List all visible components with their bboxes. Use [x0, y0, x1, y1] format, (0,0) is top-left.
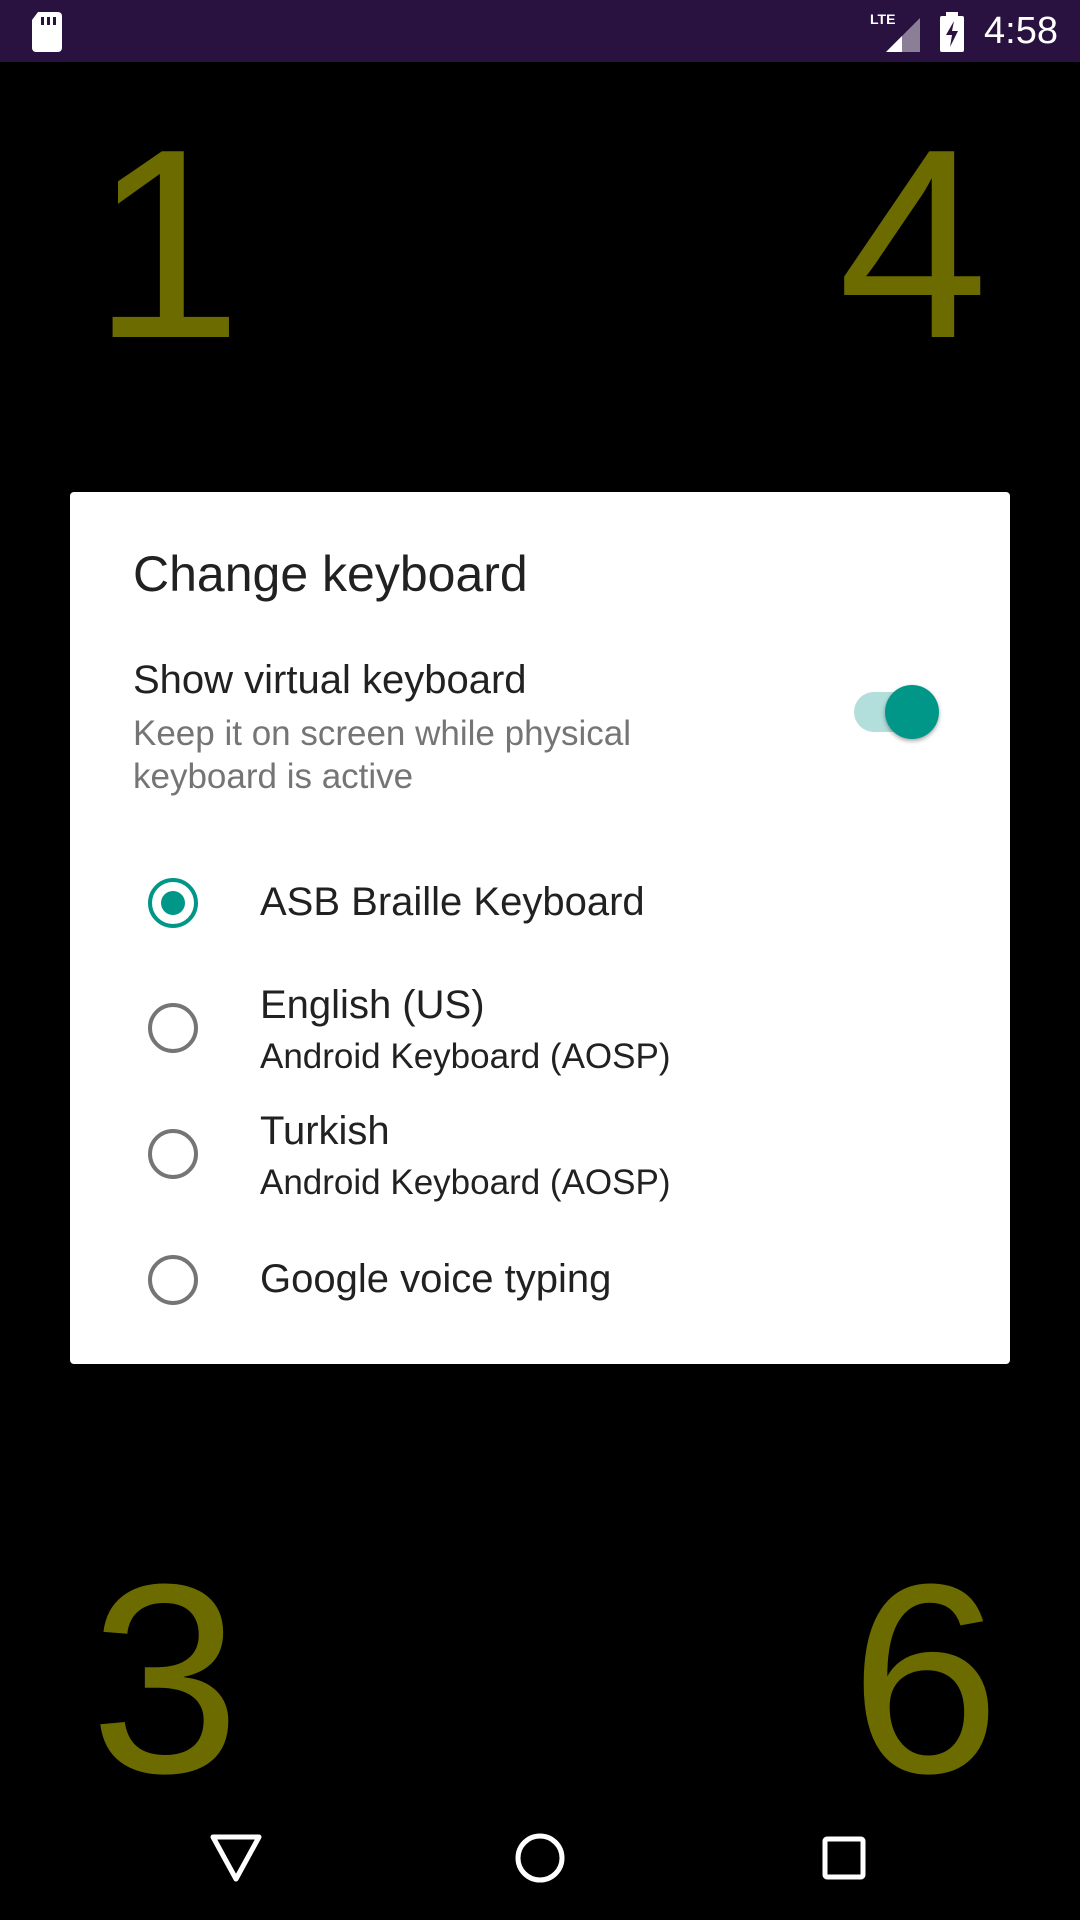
screen: LTE 4:58 1 4 3 6 Change keyboard Show vi… — [0, 0, 1080, 1920]
braille-dot-6-label: 6 — [850, 1529, 1001, 1830]
keyboard-option-sublabel: Android Keyboard (AOSP) — [260, 1163, 671, 1202]
show-virtual-keyboard-label: Show virtual keyboard — [133, 658, 527, 702]
dialog-title: Change keyboard — [133, 546, 528, 602]
braille-dot-1-label: 1 — [92, 94, 243, 395]
keyboard-option-asb-braille[interactable]: ASB Braille Keyboard — [70, 860, 1010, 950]
keyboard-option-label: Google voice typing — [260, 1257, 612, 1301]
braille-dot-3-label: 3 — [90, 1529, 241, 1830]
radio-unselected-icon[interactable] — [148, 1255, 198, 1305]
keyboard-option-sublabel: Android Keyboard (AOSP) — [260, 1037, 671, 1076]
radio-unselected-icon[interactable] — [148, 1003, 198, 1053]
back-icon[interactable] — [210, 1834, 262, 1882]
recents-icon[interactable] — [822, 1836, 866, 1880]
virtual-keyboard-toggle-thumb[interactable] — [885, 685, 939, 739]
svg-text:LTE: LTE — [870, 11, 895, 27]
keyboard-option-english-us[interactable]: English (US) Android Keyboard (AOSP) — [70, 975, 1010, 1095]
sd-card-icon — [32, 12, 62, 52]
keyboard-option-google-voice-typing[interactable]: Google voice typing — [70, 1240, 1010, 1330]
status-bar: LTE 4:58 — [0, 0, 1080, 62]
keyboard-option-label: Turkish — [260, 1109, 390, 1153]
battery-charging-icon — [940, 12, 964, 52]
keyboard-option-turkish[interactable]: Turkish Android Keyboard (AOSP) — [70, 1101, 1010, 1221]
radio-unselected-icon[interactable] — [148, 1129, 198, 1179]
keyboard-option-label: English (US) — [260, 983, 485, 1027]
home-icon[interactable] — [514, 1832, 566, 1884]
show-virtual-keyboard-description: Keep it on screen while physical keyboar… — [133, 714, 632, 796]
lte-signal-icon: LTE — [870, 11, 920, 52]
status-clock: 4:58 — [984, 10, 1058, 52]
braille-dot-4-label: 4 — [838, 94, 989, 395]
keyboard-option-label: ASB Braille Keyboard — [260, 880, 645, 924]
radio-selected-icon[interactable] — [148, 878, 198, 928]
